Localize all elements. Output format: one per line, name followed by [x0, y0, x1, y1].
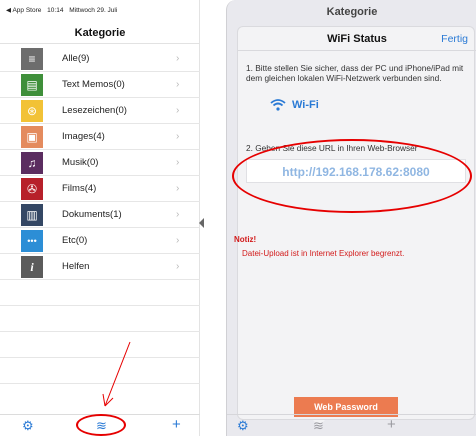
category-row-etc[interactable]: ••• Etc(0) › — [0, 228, 200, 254]
chevron-right-icon: › — [176, 53, 180, 64]
chevron-right-icon: › — [176, 209, 180, 220]
split-divider-handle[interactable] — [199, 218, 204, 228]
empty-row — [0, 280, 200, 306]
category-label: Alle(9) — [62, 53, 90, 64]
chevron-right-icon: › — [176, 261, 180, 272]
gear-icon[interactable]: ⚙ — [22, 418, 34, 434]
category-row-alle[interactable]: ≡ Alle(9) › — [0, 46, 200, 72]
more-icon: ••• — [21, 230, 43, 252]
category-label: Images(4) — [62, 131, 105, 142]
document-icon: ▥ — [21, 204, 43, 226]
category-label: Text Memos(0) — [62, 79, 125, 90]
left-screen: ◀ App Store 10:14 Mittwoch 29. Juli Kate… — [0, 0, 200, 436]
notice-title: Notiz! — [234, 235, 257, 244]
category-row-images[interactable]: ▣ Images(4) › — [0, 124, 200, 150]
background-title: Kategorie — [326, 6, 378, 18]
gear-icon[interactable]: ⚙ — [237, 418, 249, 434]
instruction-step-1: 1. Bitte stellen Sie sicher, dass der PC… — [246, 63, 464, 83]
category-label: Dokuments(1) — [62, 209, 122, 220]
done-button[interactable]: Fertig — [441, 33, 468, 45]
category-list: ≡ Alle(9) › ▤ Text Memos(0) › ⊛ Lesezeic… — [0, 46, 200, 384]
page-title: Kategorie — [0, 22, 200, 44]
annotation-ellipse — [232, 139, 472, 213]
category-row-films[interactable]: ✇ Films(4) › — [0, 176, 200, 202]
wifi-icon[interactable]: ≋ — [313, 418, 324, 434]
memo-icon: ▤ — [21, 74, 43, 96]
chevron-right-icon: › — [176, 235, 180, 246]
music-icon: ♫ — [21, 152, 43, 174]
annotation-arrow — [102, 341, 131, 407]
chevron-right-icon: › — [176, 157, 180, 168]
add-icon[interactable]: + — [172, 416, 181, 433]
category-label: Musik(0) — [62, 157, 99, 168]
category-row-musik[interactable]: ♫ Musik(0) › — [0, 150, 200, 176]
chevron-right-icon: › — [176, 183, 180, 194]
chevron-right-icon: › — [176, 105, 180, 116]
chevron-right-icon: › — [176, 79, 180, 90]
status-bar: ◀ App Store 10:14 Mittwoch 29. Juli — [0, 0, 200, 22]
notice-text: Datei-Upload ist in Internet Explorer be… — [242, 249, 405, 258]
category-row-dokuments[interactable]: ▥ Dokuments(1) › — [0, 202, 200, 228]
info-icon: i — [21, 256, 43, 278]
category-label: Etc(0) — [62, 235, 88, 246]
category-row-lesezeichen[interactable]: ⊛ Lesezeichen(0) › — [0, 98, 200, 124]
annotation-ellipse — [76, 414, 126, 436]
wifi-icon — [270, 99, 286, 111]
wifi-label: Wi-Fi — [292, 99, 319, 111]
sheet-header: WiFi Status Fertig — [238, 27, 476, 51]
wifi-status-sheet: WiFi Status Fertig 1. Bitte stellen Sie … — [232, 26, 476, 420]
bookmark-icon: ⊛ — [21, 100, 43, 122]
category-label: Films(4) — [62, 183, 97, 194]
category-label: Helfen — [62, 261, 90, 272]
film-icon: ✇ — [21, 178, 43, 200]
list-icon: ≡ — [21, 48, 43, 70]
category-label: Lesezeichen(0) — [62, 105, 127, 116]
wifi-status-row: Wi-Fi — [270, 99, 319, 111]
back-to-app-store[interactable]: ◀ App Store — [6, 7, 41, 14]
status-date: Mittwoch 29. Juli — [69, 7, 118, 14]
right-screen: Kategorie WiFi Status Fertig 1. Bitte st… — [226, 0, 476, 436]
category-row-text-memos[interactable]: ▤ Text Memos(0) › — [0, 72, 200, 98]
chevron-right-icon: › — [176, 131, 180, 142]
empty-row — [0, 306, 200, 332]
add-icon[interactable]: + — [387, 416, 396, 433]
bottom-toolbar: ⚙ ≋ + — [227, 414, 476, 436]
screenshot-stage: ◀ App Store 10:14 Mittwoch 29. Juli Kate… — [0, 0, 476, 436]
category-row-helfen[interactable]: i Helfen › — [0, 254, 200, 280]
image-icon: ▣ — [21, 126, 43, 148]
status-time: 10:14 — [47, 7, 64, 14]
